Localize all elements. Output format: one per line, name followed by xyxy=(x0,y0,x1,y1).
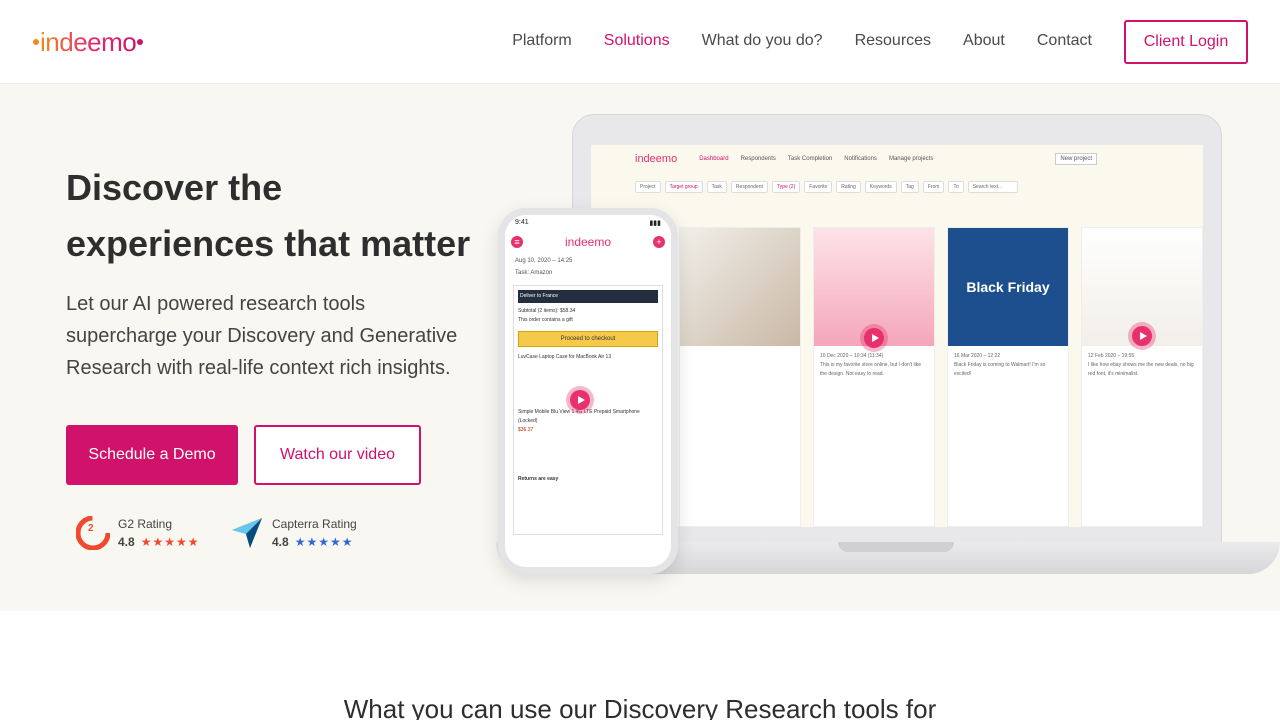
phone-item-2: Simple Mobile Blu View 1 4G LTE Prepaid … xyxy=(518,409,640,424)
phone-item-2-price: $36.37 xyxy=(518,427,534,433)
g2-logo-icon: 2 xyxy=(76,516,110,550)
phone-deliver: Deliver to France xyxy=(518,290,658,303)
entry-card: 10 Dec 2020 – 10:34 (11:34) This is my f… xyxy=(813,227,935,527)
filter-type: Type (2) xyxy=(771,181,801,193)
filter-search: Search text... xyxy=(967,181,1018,193)
card-date: 12 Feb 2020 – 19:55 xyxy=(1088,353,1135,359)
card-meta: 12 Feb 2020 – 19:55 I like how ebay show… xyxy=(1082,346,1202,385)
filter-from: From xyxy=(922,181,945,193)
filter-target-group: Target group xyxy=(664,181,703,193)
app-nav-task-completion: Task Completion xyxy=(787,156,833,162)
logo-dot-right xyxy=(137,39,144,45)
laptop-notch xyxy=(838,542,954,552)
g2-rating-score: 4.8 xyxy=(118,535,135,549)
app-filters: Project Target group Task Respondent Typ… xyxy=(635,181,1018,193)
app-topbar: indeemo Dashboard Respondents Task Compl… xyxy=(591,145,1203,173)
filter-tag: Tag xyxy=(900,181,919,193)
main-nav: Platform Solutions What do you do? Resou… xyxy=(512,32,1092,50)
card-date: 10 Dec 2020 – 10:34 (11:34) xyxy=(820,353,884,359)
next-section-title: What you can use our Discovery Research … xyxy=(343,694,937,720)
card-text: This is my favorite store online, but I … xyxy=(820,362,921,377)
card-text: I like how ebay shows me the new deals, … xyxy=(1088,362,1194,377)
capterra-logo-icon xyxy=(232,518,262,548)
watch-video-button[interactable]: Watch our video xyxy=(254,425,421,485)
g2-stars-icon: ★★★★★ xyxy=(140,535,200,549)
capterra-rating-label: Capterra Rating xyxy=(272,517,357,531)
logo-text: indeemo xyxy=(40,26,137,57)
add-icon: + xyxy=(653,236,665,248)
entry-card: Black Friday 16 Mar 2020 – 12:22 Black F… xyxy=(947,227,1069,527)
capterra-rating-score: 4.8 xyxy=(272,535,289,549)
entry-card: 12 Feb 2020 – 19:55 I like how ebay show… xyxy=(1081,227,1203,527)
client-login-button[interactable]: Client Login xyxy=(1124,20,1248,64)
card-text: Black Friday is coming to Walmart! I'm s… xyxy=(954,362,1046,377)
capterra-rating[interactable]: Capterra Rating 4.8 ★★★★★ xyxy=(230,516,357,550)
phone-app-header: ≡ indeemo + xyxy=(505,233,671,251)
phone-status-bar: 9:41 ▮▮▮ xyxy=(505,215,671,233)
app-nav-notifications: Notifications xyxy=(844,156,877,162)
hero-section: Discover the experiences that matter Let… xyxy=(0,84,1280,611)
phone-mockup: 9:41 ▮▮▮ ≡ indeemo + Aug 10, 2020 – 14:2… xyxy=(498,208,678,574)
filter-to: To xyxy=(948,181,964,193)
filter-task: Task xyxy=(706,181,727,193)
capterra-rating-text: Capterra Rating 4.8 ★★★★★ xyxy=(272,517,357,549)
nav-contact[interactable]: Contact xyxy=(1037,32,1092,50)
capterra-stars-icon: ★★★★★ xyxy=(294,535,354,549)
phone-entry-info: Aug 10, 2020 – 14:25 Task: Amazon xyxy=(505,251,671,283)
card-meta: 10 Dec 2020 – 10:34 (11:34) This is my f… xyxy=(814,346,934,385)
filter-rating: Rating xyxy=(836,181,861,193)
laptop-screen: indeemo Dashboard Respondents Task Compl… xyxy=(591,145,1203,527)
schedule-demo-button[interactable]: Schedule a Demo xyxy=(66,425,238,485)
phone-signal-icon: ▮▮▮ xyxy=(649,220,661,227)
entry-card xyxy=(679,227,801,527)
nav-about[interactable]: About xyxy=(963,32,1005,50)
phone-gift: This order contains a gift xyxy=(518,317,573,323)
phone-logo: indeemo xyxy=(564,235,612,249)
svg-text:2: 2 xyxy=(88,523,94,534)
indeemo-logo[interactable]: indeemo xyxy=(32,26,144,57)
phone-entry-date: Aug 10, 2020 – 14:25 xyxy=(515,258,573,264)
filter-respondent: Respondent xyxy=(730,181,768,193)
filter-keywords: Keywords xyxy=(864,181,897,193)
phone-entry-task: Task: Amazon xyxy=(515,270,553,276)
nav-what-do-you-do[interactable]: What do you do? xyxy=(702,32,823,50)
filter-project: Project xyxy=(635,181,661,193)
play-icon xyxy=(570,390,590,410)
card-image: Black Friday xyxy=(948,228,1068,346)
phone-returns: Returns are easy xyxy=(518,476,559,482)
phone-item-1: LuvCase Laptop Case for MacBook Air 13 xyxy=(518,354,612,360)
app-nav-dashboard: Dashboard xyxy=(699,156,729,162)
nav-solutions[interactable]: Solutions xyxy=(604,32,670,50)
menu-icon: ≡ xyxy=(511,236,523,248)
hero-lead: Let our AI powered research tools superc… xyxy=(66,293,458,379)
g2-rating-label: G2 Rating xyxy=(118,517,173,531)
app-nav-manage-projects: Manage projects xyxy=(888,156,934,162)
play-icon xyxy=(864,328,884,348)
g2-rating-text: G2 Rating 4.8 ★★★★★ xyxy=(118,517,199,549)
app-nav-respondents: Respondents xyxy=(740,156,776,162)
app-new-project-button: New project xyxy=(1055,153,1098,165)
card-image xyxy=(680,228,800,346)
hero-title-line2: experiences that matter xyxy=(66,223,471,264)
hero-title: Discover the experiences that matter xyxy=(66,160,486,272)
phone-time: 9:41 xyxy=(515,219,529,226)
card-date: 16 Mar 2020 – 12:22 xyxy=(954,353,1001,359)
card-meta: 16 Mar 2020 – 12:22 Black Friday is comi… xyxy=(948,346,1068,385)
app-logo: indeemo xyxy=(635,153,678,165)
card-meta xyxy=(680,346,800,358)
entry-cards: 10 Dec 2020 – 10:34 (11:34) This is my f… xyxy=(679,227,1203,527)
nav-platform[interactable]: Platform xyxy=(512,32,572,50)
logo-dot-left xyxy=(33,39,39,45)
g2-rating[interactable]: 2 G2 Rating 4.8 ★★★★★ xyxy=(76,516,199,550)
hero-title-line1: Discover the xyxy=(66,167,283,208)
filter-favorite: Favorite xyxy=(804,181,833,193)
phone-checkout-button: Proceed to checkout xyxy=(518,331,658,347)
site-header: indeemo Platform Solutions What do you d… xyxy=(0,0,1280,84)
nav-resources[interactable]: Resources xyxy=(855,32,931,50)
play-icon xyxy=(1132,326,1152,346)
phone-screenshot: Deliver to France Subtotal (2 items): $5… xyxy=(513,285,663,535)
phone-subtotal: Subtotal (2 items): $58.34 xyxy=(518,308,576,314)
